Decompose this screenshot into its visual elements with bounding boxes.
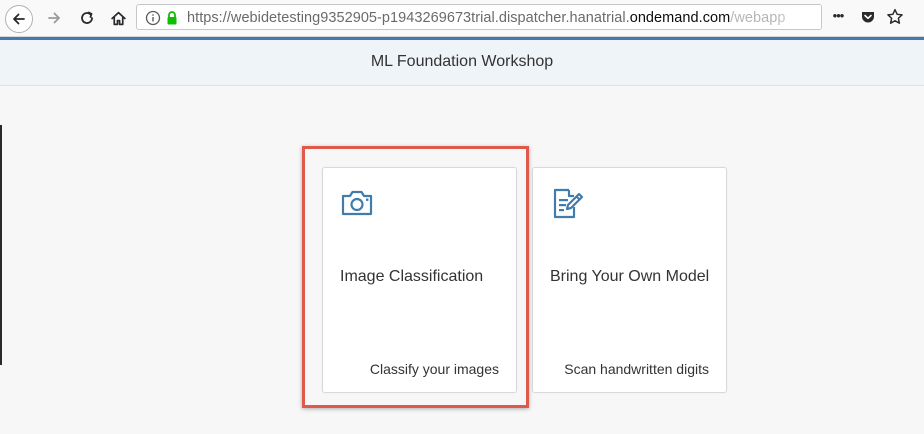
- home-button[interactable]: [105, 5, 131, 31]
- pocket-button[interactable]: [858, 7, 878, 27]
- arrow-left-icon: [13, 13, 25, 25]
- address-bar[interactable]: https://webidetesting9352905-p1943269673…: [136, 4, 822, 30]
- page-actions-button[interactable]: •••: [828, 5, 848, 25]
- star-icon: [887, 8, 903, 24]
- url-text[interactable]: https://webidetesting9352905-p1943269673…: [187, 10, 785, 26]
- arrow-right-icon: [48, 12, 60, 24]
- image-classification-tile[interactable]: Image Classification Classify your image…: [322, 167, 517, 393]
- page-title: ML Foundation Workshop: [370, 53, 554, 70]
- window-edge: [0, 125, 2, 365]
- tile-footer: Scan handwritten digits: [564, 361, 709, 377]
- document-edit-icon: [553, 188, 584, 219]
- reload-icon: [81, 11, 93, 24]
- lock-icon[interactable]: [164, 10, 180, 26]
- tile-title: Image Classification: [340, 268, 484, 285]
- back-button[interactable]: [5, 5, 33, 33]
- tile-title: Bring Your Own Model: [550, 268, 710, 285]
- reload-button[interactable]: [74, 5, 100, 31]
- url-host: ondemand.com: [629, 10, 731, 26]
- bring-your-own-model-tile[interactable]: Bring Your Own Model Scan handwritten di…: [532, 167, 727, 393]
- tile-footer: Classify your images: [369, 361, 499, 377]
- pocket-icon: [862, 12, 874, 23]
- home-icon: [110, 11, 126, 25]
- browser-toolbar: https://webidetesting9352905-p1943269673…: [0, 0, 924, 37]
- more-icon: •••: [832, 7, 845, 23]
- camera-icon: [341, 190, 373, 216]
- info-icon[interactable]: [145, 10, 161, 26]
- forward-button[interactable]: [41, 5, 67, 31]
- shell-header: ML Foundation Workshop: [0, 40, 924, 86]
- bookmark-button[interactable]: [885, 7, 905, 27]
- url-prefix: https://webidetesting9352905-p1943269673…: [187, 10, 630, 26]
- url-fade: [775, 5, 821, 29]
